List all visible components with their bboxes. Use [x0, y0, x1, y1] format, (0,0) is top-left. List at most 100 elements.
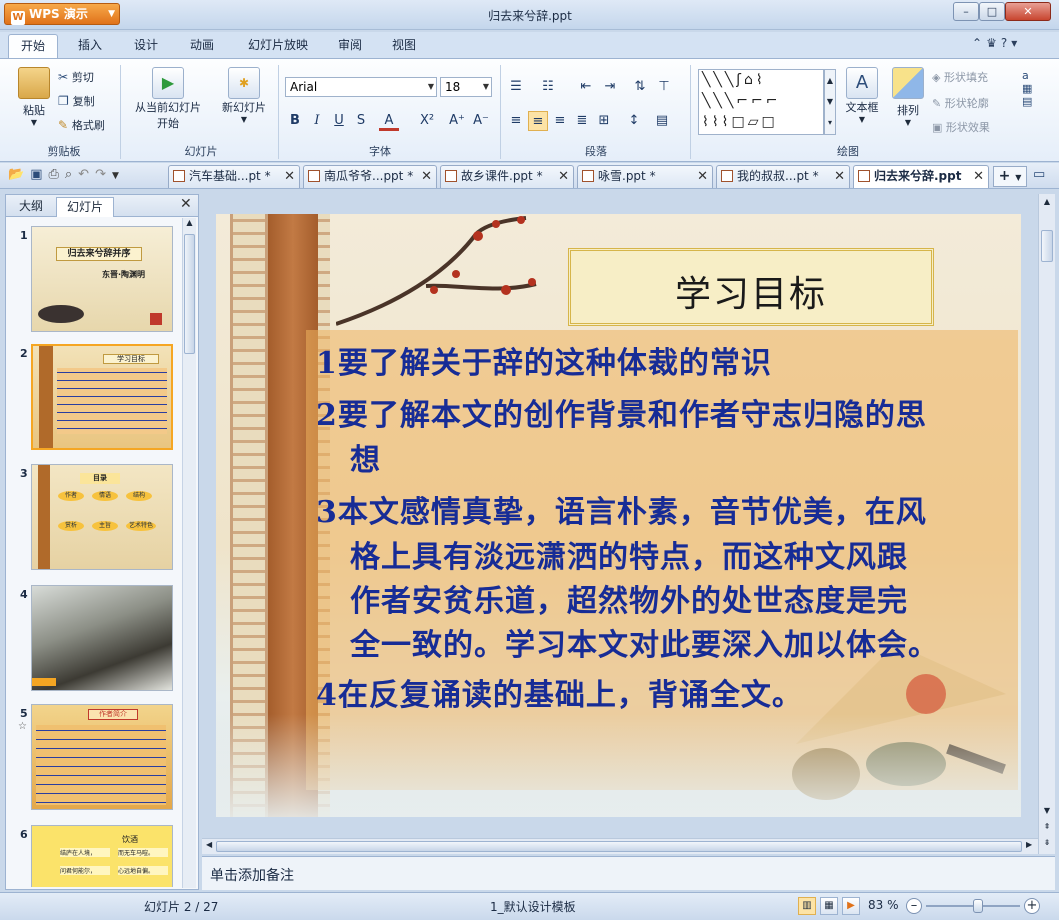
slide-thumbnail-3[interactable]: 目录 作者 情语 结构 赏析 主旨 艺术特色	[31, 464, 173, 570]
bullet-list-icon[interactable]: ☰	[506, 77, 526, 97]
scroll-up-icon[interactable]: ▲	[183, 218, 196, 232]
align-left-icon[interactable]: ≡	[506, 111, 526, 131]
shape-outline-button[interactable]: ✎ 形状轮廓	[932, 95, 989, 111]
slide-thumbnail-1[interactable]: 归去来兮辞并序 东晋·陶渊明	[31, 226, 173, 332]
close-button[interactable]: ✕	[1005, 2, 1051, 21]
overflow-tools[interactable]: a ▦ ▤	[1022, 69, 1052, 108]
tab-list-icon[interactable]: ▭	[1033, 167, 1045, 182]
slide-thumbnail-6[interactable]: 饮酒 结庐在人境， 而无车马喧。 问君何能尔， 心远地自偏。	[31, 825, 173, 887]
minimize-button[interactable]: –	[953, 2, 979, 21]
close-pane-button[interactable]: ✕	[180, 196, 192, 212]
slide-sorter-button[interactable]: ▦	[820, 897, 838, 915]
play-from-current-button[interactable]: ▶ 从当前幻灯片 开始	[128, 67, 208, 131]
close-icon[interactable]: ✕	[421, 166, 432, 187]
skin-icon[interactable]: ♛	[986, 36, 1001, 50]
zoom-in-button[interactable]: +	[1024, 898, 1040, 914]
scroll-left-icon[interactable]: ◀	[206, 840, 212, 849]
previous-slide-icon[interactable]: ⇞	[1039, 822, 1055, 836]
new-tab-button[interactable]: + ▼	[993, 166, 1027, 187]
chevron-down-icon[interactable]: ▾	[1011, 36, 1021, 50]
normal-view-button[interactable]: ▥	[798, 897, 816, 915]
close-icon[interactable]: ✕	[834, 166, 845, 187]
tab-animation[interactable]: 动画	[178, 34, 226, 58]
tab-design[interactable]: 设计	[122, 34, 170, 58]
cut-button[interactable]: ✂ 剪切	[58, 69, 94, 85]
print-preview-icon[interactable]: ⌕	[65, 167, 78, 182]
tab-slideshow[interactable]: 幻灯片放映	[236, 34, 320, 58]
scroll-thumb[interactable]	[184, 234, 195, 354]
horizontal-scrollbar[interactable]: ◀ ▶	[202, 838, 1038, 854]
doc-tab[interactable]: 南瓜爷爷...ppt * ✕	[303, 165, 437, 188]
shrink-font-button[interactable]: A⁻	[471, 111, 491, 131]
textbox-button[interactable]: A 文本框 ▼	[842, 67, 882, 124]
close-icon[interactable]: ✕	[973, 166, 984, 187]
title-frame[interactable]: 学习目标	[568, 248, 934, 326]
align-right-icon[interactable]: ≡	[550, 111, 570, 131]
next-slide-icon[interactable]: ⇟	[1039, 838, 1055, 852]
format-painter-button[interactable]: ✎ 格式刷	[58, 117, 105, 133]
current-slide[interactable]: 学习目标 1要了解关于辞的这种体裁的常识 2要了解本文的创作背景和作者守志归隐的…	[216, 214, 1021, 817]
bold-button[interactable]: B	[285, 111, 305, 131]
shape-effect-button[interactable]: ▣ 形状效果	[932, 119, 990, 135]
decrease-indent-icon[interactable]: ⇤	[576, 77, 596, 97]
grow-font-button[interactable]: A⁺	[447, 111, 467, 131]
columns-icon[interactable]: ▤	[652, 111, 672, 131]
save-icon[interactable]: ▣	[30, 167, 48, 182]
font-size-select[interactable]: 18 ▼	[440, 77, 492, 97]
increase-indent-icon[interactable]: ⇥	[600, 77, 620, 97]
doc-tab[interactable]: 汽车基础...pt * ✕	[168, 165, 300, 188]
paste-button[interactable]: 粘贴 ▼	[14, 67, 54, 137]
align-center-icon[interactable]: ≡	[528, 111, 548, 131]
zoom-slider[interactable]	[926, 899, 1020, 913]
scroll-thumb[interactable]	[216, 841, 1022, 852]
close-icon[interactable]: ✕	[558, 166, 569, 187]
arrange-button[interactable]: 排列 ▼	[888, 67, 928, 127]
scroll-right-icon[interactable]: ▶	[1026, 840, 1032, 849]
text-direction-icon[interactable]: ⇅	[630, 77, 650, 97]
print-icon[interactable]: ⎙	[48, 167, 64, 182]
close-icon[interactable]: ✕	[284, 166, 295, 187]
copy-button[interactable]: ❐ 复制	[58, 93, 95, 109]
tab-home[interactable]: 开始	[8, 34, 58, 58]
open-folder-icon[interactable]: 📂	[8, 167, 30, 182]
justify-icon[interactable]: ≣	[572, 111, 592, 131]
doc-tab[interactable]: 咏雪.ppt * ✕	[577, 165, 713, 188]
font-color-button[interactable]: A	[379, 111, 399, 131]
app-menu-button[interactable]: W WPS 演示 ▼	[4, 3, 120, 25]
gallery-scroll[interactable]: ▲ ▼ ▾	[824, 69, 836, 135]
slide-thumbnail-5[interactable]: 作者简介	[31, 704, 173, 810]
distribute-icon[interactable]: ⊞	[594, 111, 614, 131]
doc-tab[interactable]: 我的叔叔...pt * ✕	[716, 165, 850, 188]
chevron-down-icon[interactable]: ▼	[112, 171, 125, 181]
scroll-down-icon[interactable]: ▼	[1039, 806, 1055, 820]
notes-pane[interactable]: 单击添加备注	[202, 856, 1055, 890]
undo-icon[interactable]: ↶	[78, 167, 95, 182]
maximize-button[interactable]: □	[979, 2, 1005, 21]
tab-outline[interactable]: 大纲	[10, 197, 52, 217]
pane-scrollbar[interactable]: ▲	[182, 218, 196, 888]
redo-icon[interactable]: ↷	[95, 167, 112, 182]
shadow-button[interactable]: S	[351, 111, 371, 131]
zoom-slider-thumb[interactable]	[972, 899, 983, 913]
doc-tab[interactable]: 故乡课件.ppt * ✕	[440, 165, 574, 188]
zoom-out-button[interactable]: –	[906, 898, 922, 914]
new-slide-button[interactable]: ✱ 新幻灯片 ▼	[216, 67, 272, 124]
shapes-gallery[interactable]: ╲╲╲ʃ⌂⌇ ╲╲╲⌐⌐⌐ ⌇⌇⌇□▱□	[698, 69, 824, 135]
shape-fill-button[interactable]: ◈ 形状填充	[932, 69, 988, 85]
slide-thumbnail-4[interactable]	[31, 585, 173, 691]
close-icon[interactable]: ✕	[697, 166, 708, 187]
tab-review[interactable]: 审阅	[326, 34, 374, 58]
align-text-icon[interactable]: ⊤	[654, 77, 674, 97]
doc-tab-active[interactable]: 归去来兮辞.ppt ✕	[853, 165, 989, 188]
tab-slides[interactable]: 幻灯片	[56, 197, 114, 217]
underline-button[interactable]: U	[329, 111, 349, 131]
collapse-icon[interactable]: ⌃	[972, 36, 986, 50]
tab-view[interactable]: 视图	[380, 34, 428, 58]
slideshow-button[interactable]: ▶	[842, 897, 860, 915]
font-name-select[interactable]: Arial ▼	[285, 77, 437, 97]
numbered-list-icon[interactable]: ☷	[538, 77, 558, 97]
italic-button[interactable]: I	[307, 111, 327, 131]
scroll-thumb[interactable]	[1041, 230, 1053, 262]
line-spacing-icon[interactable]: ↕	[624, 111, 644, 131]
help-icon[interactable]: ?	[1001, 36, 1011, 50]
